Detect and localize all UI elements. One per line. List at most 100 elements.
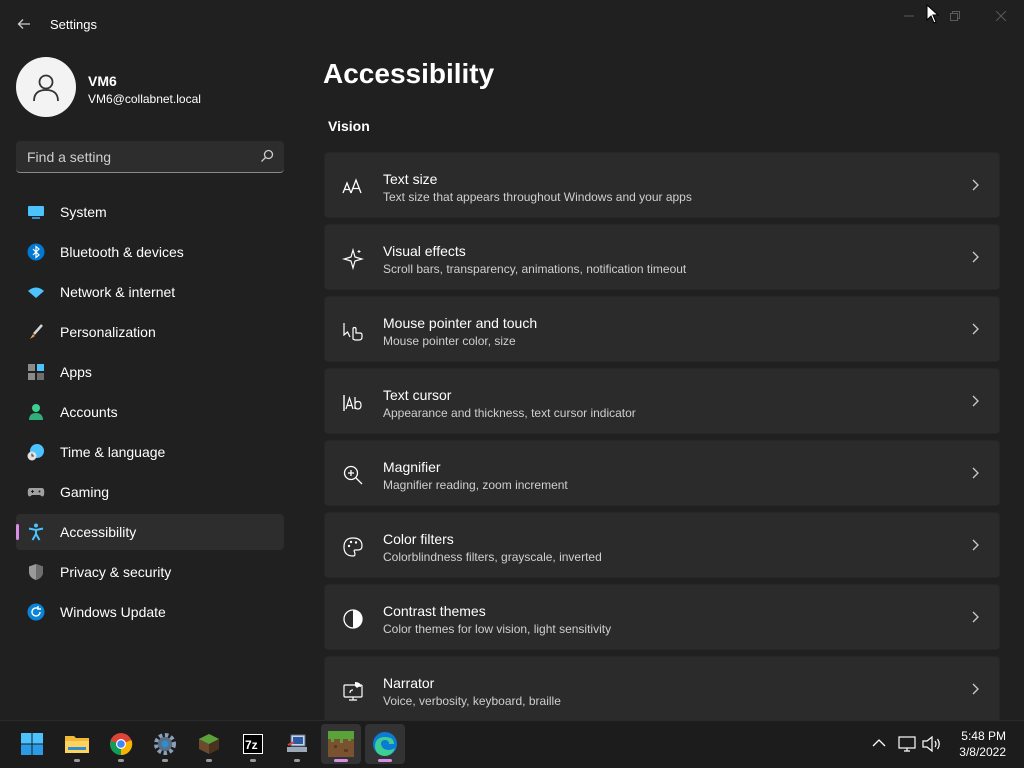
volume-icon[interactable] xyxy=(922,735,942,753)
running-indicator xyxy=(162,759,168,762)
taskbar-minecraft[interactable] xyxy=(189,724,229,764)
sidebar-item-gaming[interactable]: Gaming xyxy=(16,474,284,510)
start-button[interactable] xyxy=(12,724,52,764)
user-name: VM6 xyxy=(88,73,117,89)
gamepad-icon xyxy=(27,488,45,497)
sidebar-item-windows-update[interactable]: Windows Update xyxy=(16,594,284,630)
title-bar: Settings xyxy=(0,0,1024,48)
sidebar-item-label: System xyxy=(60,204,107,220)
setting-card-mouse-pointer[interactable]: Mouse pointer and touch Mouse pointer co… xyxy=(324,296,1000,362)
settings-list: Text size Text size that appears through… xyxy=(324,152,1000,728)
card-description: Voice, verbosity, keyboard, braille xyxy=(383,694,561,708)
sidebar-item-label: Bluetooth & devices xyxy=(60,244,184,260)
sidebar-item-accessibility[interactable]: Accessibility xyxy=(16,514,284,550)
sidebar-item-bluetooth[interactable]: Bluetooth & devices xyxy=(16,234,284,270)
search-input[interactable]: Find a setting xyxy=(16,141,284,173)
taskbar-file-explorer[interactable] xyxy=(57,724,97,764)
running-indicator xyxy=(118,759,124,762)
user-profile[interactable]: VM6 VM6@collabnet.local xyxy=(16,57,286,117)
taskbar-minecraft-grass[interactable] xyxy=(321,724,361,764)
setting-card-color-filters[interactable]: Color filters Colorblindness filters, gr… xyxy=(324,512,1000,578)
app-title: Settings xyxy=(50,17,97,32)
minecraft-icon xyxy=(199,734,219,754)
setting-card-narrator[interactable]: Narrator Voice, verbosity, keyboard, bra… xyxy=(324,656,1000,722)
back-button[interactable] xyxy=(10,12,38,36)
card-title: Narrator xyxy=(383,675,435,691)
card-description: Scroll bars, transparency, animations, n… xyxy=(383,262,687,276)
card-title: Text cursor xyxy=(383,387,452,403)
close-button[interactable] xyxy=(978,4,1024,28)
minecraft-grass-icon xyxy=(328,731,354,757)
sidebar-item-network[interactable]: Network & internet xyxy=(16,274,284,310)
taskbar-settings[interactable] xyxy=(145,724,185,764)
start-icon xyxy=(21,733,43,755)
network-icon[interactable] xyxy=(898,735,916,753)
sidebar-item-label: Personalization xyxy=(60,324,156,340)
taskbar-chrome[interactable] xyxy=(101,724,141,764)
sidebar-item-label: Accessibility xyxy=(60,524,137,540)
taskbar-7zip[interactable]: 7z xyxy=(233,724,273,764)
card-title: Contrast themes xyxy=(383,603,486,619)
sidebar-item-label: Accounts xyxy=(60,404,118,420)
sidebar-item-apps[interactable]: Apps xyxy=(16,354,284,390)
clock-time[interactable]: 5:48 PM xyxy=(956,729,1006,743)
7zip-icon: 7z xyxy=(243,734,263,754)
text-size-icon xyxy=(342,178,362,194)
user-email: VM6@collabnet.local xyxy=(88,92,201,106)
globe-clock-icon xyxy=(27,444,44,461)
running-indicator xyxy=(206,759,212,762)
chevron-up-icon[interactable] xyxy=(872,738,886,748)
running-indicator xyxy=(334,759,348,762)
taskbar: 7z xyxy=(0,720,1024,768)
system-icon xyxy=(28,206,44,219)
setting-card-visual-effects[interactable]: Visual effects Scroll bars, transparency… xyxy=(324,224,1000,290)
magnifier-icon xyxy=(343,465,363,485)
card-description: Mouse pointer color, size xyxy=(383,334,516,348)
brush-icon xyxy=(30,324,43,339)
search-placeholder: Find a setting xyxy=(27,149,112,165)
page-title: Accessibility xyxy=(323,58,495,89)
chevron-right-icon xyxy=(972,251,979,263)
card-title: Mouse pointer and touch xyxy=(383,315,538,331)
update-icon xyxy=(27,603,45,621)
taskbar-edge[interactable] xyxy=(365,724,405,764)
chevron-right-icon xyxy=(972,395,979,407)
network-tool-icon xyxy=(287,734,307,752)
card-description: Colorblindness filters, grayscale, inver… xyxy=(383,550,602,564)
back-arrow-icon xyxy=(17,19,30,29)
sidebar-item-label: Windows Update xyxy=(60,604,166,620)
sidebar-item-label: Gaming xyxy=(60,484,110,500)
user-icon xyxy=(33,74,59,102)
setting-card-magnifier[interactable]: Magnifier Magnifier reading, zoom increm… xyxy=(324,440,1000,506)
running-indicator xyxy=(294,759,300,762)
card-title: Text size xyxy=(383,171,438,187)
sidebar-item-label: Apps xyxy=(60,364,92,380)
sidebar-item-personalization[interactable]: Personalization xyxy=(16,314,284,350)
taskbar-network-tool[interactable] xyxy=(277,724,317,764)
narrator-icon xyxy=(343,682,363,701)
chevron-right-icon xyxy=(972,467,979,479)
card-description: Magnifier reading, zoom increment xyxy=(383,478,568,492)
setting-card-contrast-themes[interactable]: Contrast themes Color themes for low vis… xyxy=(324,584,1000,650)
wifi-icon xyxy=(28,287,44,298)
sidebar-item-time-language[interactable]: Time & language xyxy=(16,434,284,470)
chrome-icon xyxy=(110,733,133,756)
clock-date[interactable]: 3/8/2022 xyxy=(950,745,1006,759)
sidebar-item-label: Privacy & security xyxy=(60,564,172,580)
setting-card-text-cursor[interactable]: Text cursor Appearance and thickness, te… xyxy=(324,368,1000,434)
bluetooth-icon xyxy=(27,243,45,261)
sidebar-item-privacy[interactable]: Privacy & security xyxy=(16,554,284,590)
sidebar-item-label: Network & internet xyxy=(60,284,176,300)
chevron-right-icon xyxy=(972,539,979,551)
close-icon xyxy=(996,11,1006,21)
running-indicator xyxy=(74,759,80,762)
minimize-icon xyxy=(904,15,914,17)
sidebar-item-accounts[interactable]: Accounts xyxy=(16,394,284,430)
chevron-right-icon xyxy=(972,323,979,335)
sidebar-nav: System Bluetooth & devices Network & int… xyxy=(16,194,284,634)
sidebar-item-system[interactable]: System xyxy=(16,194,284,230)
section-title: Vision xyxy=(328,118,370,134)
card-description: Appearance and thickness, text cursor in… xyxy=(383,406,636,420)
setting-card-text-size[interactable]: Text size Text size that appears through… xyxy=(324,152,1000,218)
chevron-right-icon xyxy=(972,683,979,695)
